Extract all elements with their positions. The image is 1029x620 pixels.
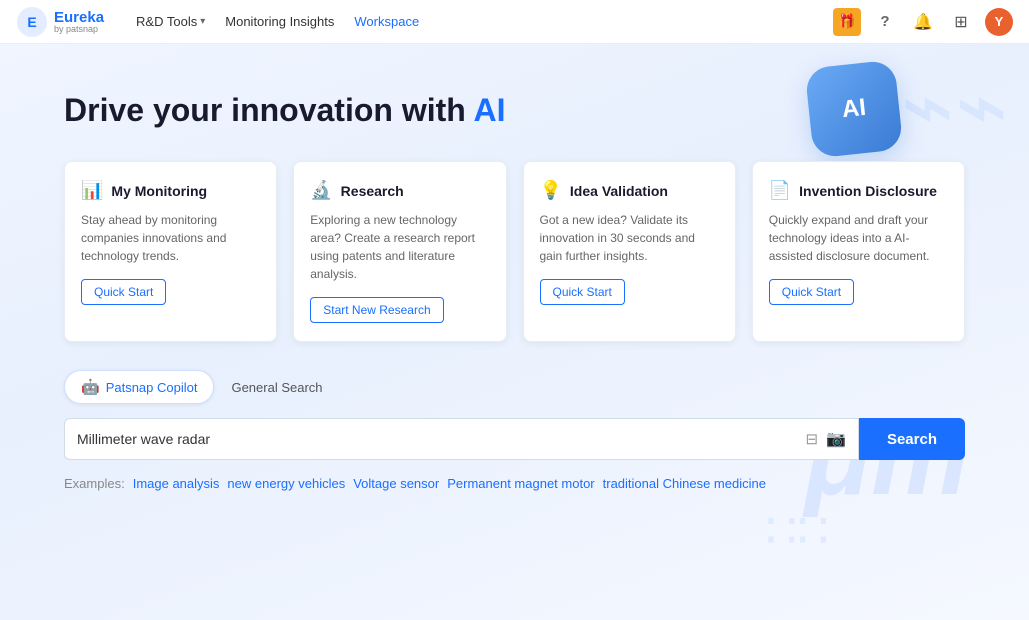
nav-item-rd-tools[interactable]: R&D Tools ▾	[128, 10, 213, 33]
eureka-logo-icon: E	[16, 6, 48, 38]
card-idea-validation[interactable]: 💡 Idea Validation Got a new idea? Valida…	[523, 161, 736, 342]
example-voltage-sensor[interactable]: Voltage sensor	[353, 476, 439, 491]
research-icon: 🔬	[310, 180, 332, 201]
dots-deco: ∷∷	[765, 502, 829, 560]
bell-button[interactable]: 🔔	[909, 8, 937, 36]
bell-icon: 🔔	[913, 12, 933, 32]
main-content: AI ⌁⌁ μm ∷∷ Drive your innovation with A…	[0, 44, 1029, 620]
example-permanent-magnet[interactable]: Permanent magnet motor	[447, 476, 594, 491]
invention-title: Invention Disclosure	[799, 183, 937, 199]
monitoring-quick-start[interactable]: Quick Start	[81, 279, 166, 305]
idea-icon: 💡	[540, 180, 562, 201]
logo-sub-text: by patsnap	[54, 25, 104, 34]
monitoring-title: My Monitoring	[111, 183, 207, 199]
example-chinese-medicine[interactable]: traditional Chinese medicine	[603, 476, 766, 491]
examples-label: Examples:	[64, 476, 125, 491]
search-tabs: 🤖 Patsnap Copilot General Search	[64, 370, 965, 404]
copilot-icon: 🤖	[81, 378, 100, 396]
filter-icon[interactable]: ⊟	[805, 430, 818, 448]
card-my-monitoring[interactable]: 📊 My Monitoring Stay ahead by monitoring…	[64, 161, 277, 342]
card-invention-disclosure[interactable]: 📄 Invention Disclosure Quickly expand an…	[752, 161, 965, 342]
search-tools: ⊟ 📷	[805, 429, 846, 449]
nav-item-workspace[interactable]: Workspace	[346, 10, 427, 33]
help-icon: ?	[880, 13, 889, 30]
invention-icon: 📄	[769, 180, 791, 201]
avatar[interactable]: Y	[985, 8, 1013, 36]
research-desc: Exploring a new technology area? Create …	[310, 211, 489, 283]
search-button[interactable]: Search	[859, 418, 965, 460]
examples-bar: Examples: Image analysis new energy vehi…	[64, 476, 965, 491]
nav-item-monitoring[interactable]: Monitoring Insights	[217, 10, 342, 33]
grid-button[interactable]: ⊞	[947, 8, 975, 36]
research-start-btn[interactable]: Start New Research	[310, 297, 443, 323]
example-image-analysis[interactable]: Image analysis	[133, 476, 220, 491]
monitoring-icon: 📊	[81, 180, 103, 201]
logo[interactable]: E Eureka by patsnap	[16, 6, 104, 38]
idea-desc: Got a new idea? Validate its innovation …	[540, 211, 719, 265]
search-input-container: ⊟ 📷	[64, 418, 859, 460]
logo-eureka-text: Eureka	[54, 10, 104, 25]
search-input[interactable]	[77, 431, 805, 447]
camera-icon[interactable]: 📷	[826, 429, 846, 449]
monitoring-desc: Stay ahead by monitoring companies innov…	[81, 211, 260, 265]
chevron-down-icon: ▾	[200, 16, 205, 27]
idea-quick-start[interactable]: Quick Start	[540, 279, 625, 305]
invention-quick-start[interactable]: Quick Start	[769, 279, 854, 305]
feature-cards: 📊 My Monitoring Stay ahead by monitoring…	[64, 161, 965, 342]
tab-patsnap-copilot[interactable]: 🤖 Patsnap Copilot	[64, 370, 214, 404]
help-button[interactable]: ?	[871, 8, 899, 36]
grid-icon: ⊞	[954, 12, 967, 32]
search-bar: ⊟ 📷 Search	[64, 418, 965, 460]
nav-right: 🎁 ? 🔔 ⊞ Y	[833, 8, 1013, 36]
gift-button[interactable]: 🎁	[833, 8, 861, 36]
card-research[interactable]: 🔬 Research Exploring a new technology ar…	[293, 161, 506, 342]
example-new-energy[interactable]: new energy vehicles	[227, 476, 345, 491]
hero-title: Drive your innovation with AI	[64, 92, 965, 129]
gift-icon: 🎁	[838, 13, 855, 30]
navbar: E Eureka by patsnap R&D Tools ▾ Monitori…	[0, 0, 1029, 44]
research-title: Research	[341, 183, 404, 199]
svg-text:E: E	[27, 14, 36, 30]
invention-desc: Quickly expand and draft your technology…	[769, 211, 948, 265]
nav-links: R&D Tools ▾ Monitoring Insights Workspac…	[128, 10, 809, 33]
idea-title: Idea Validation	[570, 183, 668, 199]
tab-general-search[interactable]: General Search	[214, 370, 339, 404]
